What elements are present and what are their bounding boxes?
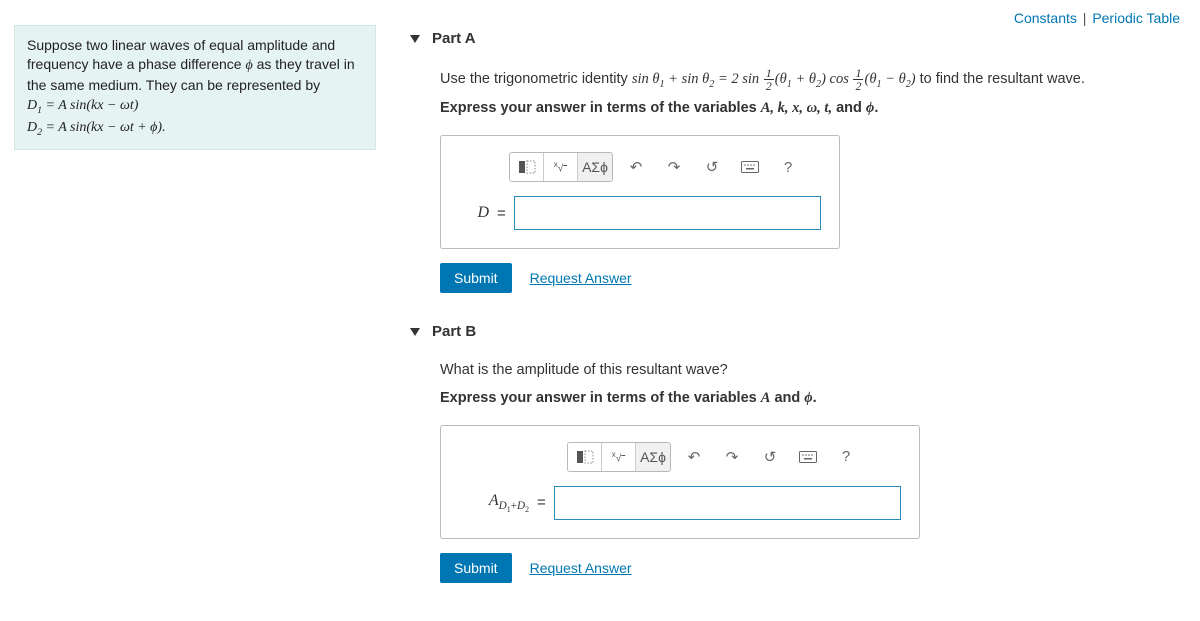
reset-icon[interactable]: ↺ — [697, 152, 727, 182]
part-b-answer-input[interactable] — [554, 486, 901, 520]
instr-pre: Use the trigonometric identity — [440, 71, 632, 87]
part-b-submit-button[interactable]: Submit — [440, 553, 512, 583]
part-b-input-row: AD1+D2 = — [459, 486, 901, 520]
eq1: D1 = A sin(kx − ωt) — [27, 98, 138, 113]
chevron-down-icon[interactable] — [410, 35, 420, 43]
part-a-answer-box: x√ ΑΣϕ ↶ ↷ ↺ ? D = — [440, 135, 840, 249]
part-b-lhs: AD1+D2 — [459, 492, 529, 514]
express-pre-b: Express your answer in terms of the vari… — [440, 390, 761, 406]
redo-icon[interactable]: ↷ — [717, 442, 747, 472]
express-post-b: . — [813, 390, 817, 406]
part-b-express: Express your answer in terms of the vari… — [440, 390, 1180, 407]
part-a-instruction: Use the trigonometric identity sin θ1 + … — [440, 67, 1180, 92]
greek-icon[interactable]: ΑΣϕ — [578, 153, 612, 181]
part-b-header[interactable]: Part B — [410, 323, 1180, 340]
part-b-toolbar: x√ ΑΣϕ ↶ ↷ ↺ ? — [567, 442, 901, 472]
express-and-b: and — [770, 390, 804, 406]
sqrt-icon[interactable]: x√ — [544, 153, 578, 181]
templates-icon[interactable] — [568, 443, 602, 471]
eq-sign-a: = — [497, 205, 506, 222]
part-a-lhs: D — [459, 204, 489, 222]
express-post: . — [874, 100, 878, 116]
format-group: x√ ΑΣϕ — [509, 152, 613, 182]
keyboard-icon[interactable] — [793, 442, 823, 472]
part-a-submit-row: Submit Request Answer — [440, 263, 1180, 293]
var-phi-b: ϕ — [804, 390, 812, 406]
part-a-express: Express your answer in terms of the vari… — [440, 100, 1180, 117]
phi-symbol: ϕ — [245, 58, 252, 73]
part-a-answer-input[interactable] — [514, 196, 821, 230]
sqrt-icon[interactable]: x√ — [602, 443, 636, 471]
constants-link[interactable]: Constants — [1014, 10, 1077, 26]
undo-icon[interactable]: ↶ — [679, 442, 709, 472]
part-a-title: Part A — [432, 30, 476, 47]
chevron-down-icon[interactable] — [410, 328, 420, 336]
reset-icon[interactable]: ↺ — [755, 442, 785, 472]
part-b-title: Part B — [432, 323, 476, 340]
part-b-submit-row: Submit Request Answer — [440, 553, 1180, 583]
part-a-request-answer-link[interactable]: Request Answer — [530, 270, 632, 286]
var-A: A — [761, 390, 771, 406]
undo-icon[interactable]: ↶ — [621, 152, 651, 182]
top-links: Constants | Periodic Table — [1014, 10, 1180, 26]
help-icon[interactable]: ? — [773, 152, 803, 182]
keyboard-icon[interactable] — [735, 152, 765, 182]
part-a-toolbar: x√ ΑΣϕ ↶ ↷ ↺ ? — [509, 152, 821, 182]
problem-prompt: Suppose two linear waves of equal amplit… — [14, 25, 376, 150]
express-and: and — [832, 100, 866, 116]
templates-icon[interactable] — [510, 153, 544, 181]
link-separator: | — [1083, 10, 1087, 26]
eq-sign-b: = — [537, 494, 546, 511]
help-icon[interactable]: ? — [831, 442, 861, 472]
express-pre: Express your answer in terms of the vari… — [440, 100, 761, 116]
eq2: D2 = A sin(kx − ωt + ϕ). — [27, 120, 166, 135]
part-b-request-answer-link[interactable]: Request Answer — [530, 560, 632, 576]
trig-identity: sin θ1 + sin θ2 = 2 sin 12(θ1 + θ2) cos … — [632, 71, 916, 87]
part-a-input-row: D = — [459, 196, 821, 230]
greek-icon[interactable]: ΑΣϕ — [636, 443, 670, 471]
part-a-header[interactable]: Part A — [410, 30, 1180, 47]
part-a-body: Use the trigonometric identity sin θ1 + … — [410, 67, 1180, 293]
part-b-body: What is the amplitude of this resultant … — [410, 360, 1180, 583]
part-a-submit-button[interactable]: Submit — [440, 263, 512, 293]
instr-post: to find the resultant wave. — [916, 71, 1085, 87]
format-group-b: x√ ΑΣϕ — [567, 442, 671, 472]
part-b-answer-box: x√ ΑΣϕ ↶ ↷ ↺ ? AD1+D2 = — [440, 425, 920, 539]
vars-list: A, k, x, ω, t, — [761, 100, 832, 116]
part-b-instruction: What is the amplitude of this resultant … — [440, 360, 1180, 382]
periodic-table-link[interactable]: Periodic Table — [1092, 10, 1180, 26]
redo-icon[interactable]: ↷ — [659, 152, 689, 182]
